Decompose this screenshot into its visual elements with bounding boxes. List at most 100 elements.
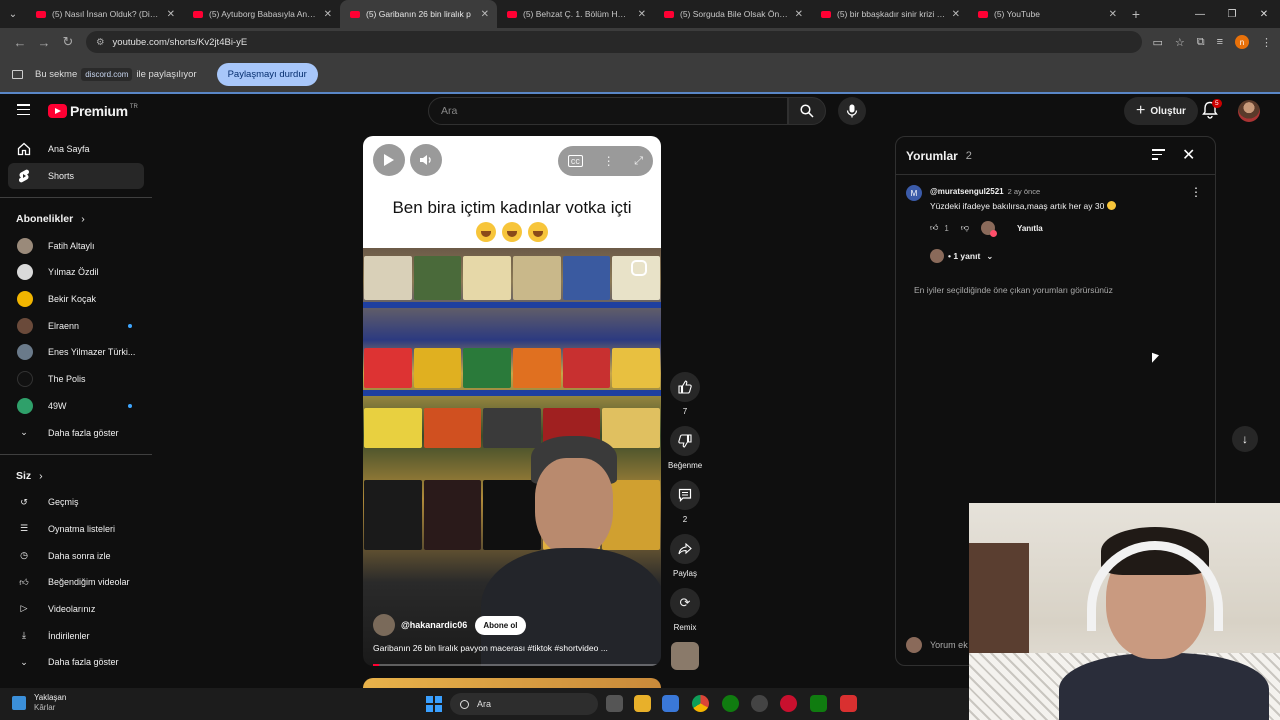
minimize-icon[interactable]: — (1184, 9, 1216, 20)
cast-icon[interactable]: ▭ (1152, 36, 1162, 49)
file-explorer-icon[interactable] (634, 695, 651, 712)
sidebar-subscription[interactable]: The Polis (0, 366, 152, 393)
close-tab-icon[interactable]: ✕ (167, 9, 175, 20)
dislike-action[interactable]: Beğenme (668, 426, 702, 470)
close-tab-icon[interactable]: ✕ (952, 9, 960, 20)
show-more-subscriptions[interactable]: ⌄ Daha fazla göster (0, 419, 152, 446)
search-input[interactable]: Ara (428, 97, 788, 125)
show-more-you[interactable]: ⌄ Daha fazla göster (0, 649, 152, 676)
remix-action[interactable]: ⟳ Remix (668, 588, 702, 632)
browser-tab[interactable]: (5) Nasıl İnsan Olduk? (Diğer Tü ✕ (26, 0, 183, 28)
share-action[interactable]: Paylaş (668, 534, 702, 578)
reply-button[interactable]: Yanıtla (1017, 224, 1043, 233)
xbox-app-icon[interactable] (810, 695, 827, 712)
new-tab-button[interactable]: + (1125, 6, 1147, 22)
browser-menu-icon[interactable]: ⋮ (1261, 36, 1272, 49)
commenter-avatar[interactable]: M (906, 185, 922, 201)
sidebar-item-history[interactable]: ↺ Geçmiş (0, 489, 152, 516)
store-icon[interactable] (662, 695, 679, 712)
sidebar-subscription[interactable]: Bekir Koçak (0, 286, 152, 313)
notifications-button[interactable]: 5 (1202, 99, 1222, 121)
menu-icon[interactable] (17, 104, 30, 118)
sound-thumbnail[interactable] (671, 642, 699, 670)
restore-icon[interactable]: ❐ (1216, 9, 1248, 20)
windows-start-icon[interactable] (426, 696, 442, 712)
sidebar-subscription[interactable]: Elraenn (0, 312, 152, 339)
tab-search-chevron-icon[interactable]: ⌄ (0, 1, 26, 27)
sidebar-item-your-videos[interactable]: ▷ Videolarınız (0, 596, 152, 623)
close-comments-icon[interactable]: ✕ (1182, 145, 1195, 165)
youtube-premium-logo[interactable]: Premium TR (48, 103, 138, 119)
browser-tab[interactable]: (5) bir bbaşkadır sinir krizi - You ✕ (811, 0, 968, 28)
you-header[interactable]: Siz › (0, 463, 152, 489)
like-action[interactable]: 7 (668, 372, 702, 416)
comment-input[interactable]: Yorum ek (906, 637, 968, 653)
create-button[interactable]: + Oluştur (1124, 97, 1198, 125)
short-title[interactable]: Garibanın 26 bin liralık pavyon macerası… (373, 643, 633, 653)
browser-tab[interactable]: (5) Sorguda Bile Olsak Önce Ha ✕ (654, 0, 811, 28)
browser-tab[interactable]: (5) YouTube ✕ (968, 0, 1125, 28)
reading-list-icon[interactable]: ≡ (1217, 36, 1223, 48)
remix-button[interactable]: ⟳ (670, 588, 700, 618)
dislike-button[interactable] (670, 426, 700, 456)
voice-search-button[interactable] (838, 97, 866, 125)
comments-button[interactable] (670, 480, 700, 510)
taskbar-search[interactable]: Ara (450, 693, 598, 715)
weather-widget[interactable]: Yaklaşan Kârlar (12, 693, 66, 713)
account-avatar[interactable] (1238, 100, 1260, 122)
video-frame[interactable] (363, 248, 661, 666)
forward-icon[interactable]: → (32, 35, 56, 50)
subscribe-button[interactable]: Abone ol (475, 615, 526, 635)
commenter-handle[interactable]: @muratsengul2521 (930, 187, 1004, 196)
chrome-icon[interactable] (692, 695, 709, 712)
browser-tab[interactable]: (5) Behzat Ç. 1. Bölüm HD - Yo ✕ (497, 0, 654, 28)
more-options-icon[interactable]: ⋮ (603, 154, 615, 168)
progress-bar[interactable] (373, 664, 657, 666)
channel-handle[interactable]: @hakanardic06 (401, 620, 467, 630)
sidebar-subscription[interactable]: Fatih Altaylı (0, 232, 152, 259)
browser-tab-active[interactable]: (5) Garibanın 26 bin liralık p ✕ (340, 0, 497, 28)
sidebar-item-downloads[interactable]: ⤓ İndirilenler (0, 622, 152, 649)
channel-avatar[interactable] (373, 614, 395, 636)
comment-menu-icon[interactable]: ⋮ (1190, 185, 1202, 199)
captions-icon[interactable]: cc (567, 155, 583, 167)
stop-sharing-button[interactable]: Paylaşmayı durdur (216, 62, 318, 86)
share-button[interactable] (670, 534, 700, 564)
sidebar-subscription[interactable]: Yılmaz Özdil (0, 259, 152, 286)
comment-like-icon[interactable]: 👍︎ (930, 223, 938, 233)
url-field[interactable]: ⚙ youtube.com/shorts/Kv2jt4Bi-yE (86, 31, 1143, 53)
xbox-icon[interactable] (722, 695, 739, 712)
comment-dislike-icon[interactable]: 👎︎ (961, 223, 969, 233)
close-tab-icon[interactable]: ✕ (481, 9, 489, 20)
game-app-icon[interactable] (780, 695, 797, 712)
next-short-arrow-icon[interactable]: ↓ (1232, 426, 1258, 452)
close-window-icon[interactable]: ✕ (1248, 9, 1280, 20)
comments-action[interactable]: 2 (668, 480, 702, 524)
media-icon[interactable] (751, 695, 768, 712)
browser-tab[interactable]: (5) Aytuborg Babasıyla Ankara' ✕ (183, 0, 340, 28)
sidebar-item-liked-videos[interactable]: 👍︎ Beğendiğim videolar (0, 569, 152, 596)
sidebar-subscription[interactable]: Enes Yilmazer Türki... (0, 339, 152, 366)
play-button[interactable] (373, 144, 405, 176)
subscriptions-header[interactable]: Abonelikler › (0, 206, 152, 232)
sidebar-item-playlists[interactable]: ☰ Oynatma listeleri (0, 516, 152, 543)
task-view-icon[interactable] (606, 695, 623, 712)
site-info-icon[interactable]: ⚙ (96, 37, 105, 48)
bookmark-star-icon[interactable]: ☆ (1175, 36, 1185, 49)
replies-toggle[interactable]: • 1 yanıt ⌄ (930, 249, 993, 263)
close-tab-icon[interactable]: ✕ (795, 9, 803, 20)
sidebar-item-home[interactable]: Ana Sayfa (0, 136, 152, 163)
reload-icon[interactable]: ↻ (56, 34, 80, 50)
close-tab-icon[interactable]: ✕ (1109, 9, 1117, 20)
sidebar-item-shorts[interactable]: Shorts (8, 162, 144, 190)
sidebar-item-watch-later[interactable]: ◷ Daha sonra izle (0, 542, 152, 569)
sort-icon[interactable] (1152, 149, 1165, 163)
mute-button[interactable] (410, 144, 442, 176)
shorts-player[interactable]: Ben bira içtim kadınlar votka içti cc ⋮ … (363, 136, 661, 666)
like-button[interactable] (670, 372, 700, 402)
next-short-preview[interactable] (363, 678, 661, 688)
close-tab-icon[interactable]: ✕ (324, 9, 332, 20)
extensions-icon[interactable]: ⧉ (1197, 36, 1205, 49)
profile-avatar[interactable]: n (1235, 35, 1249, 49)
back-icon[interactable]: ← (8, 35, 32, 50)
